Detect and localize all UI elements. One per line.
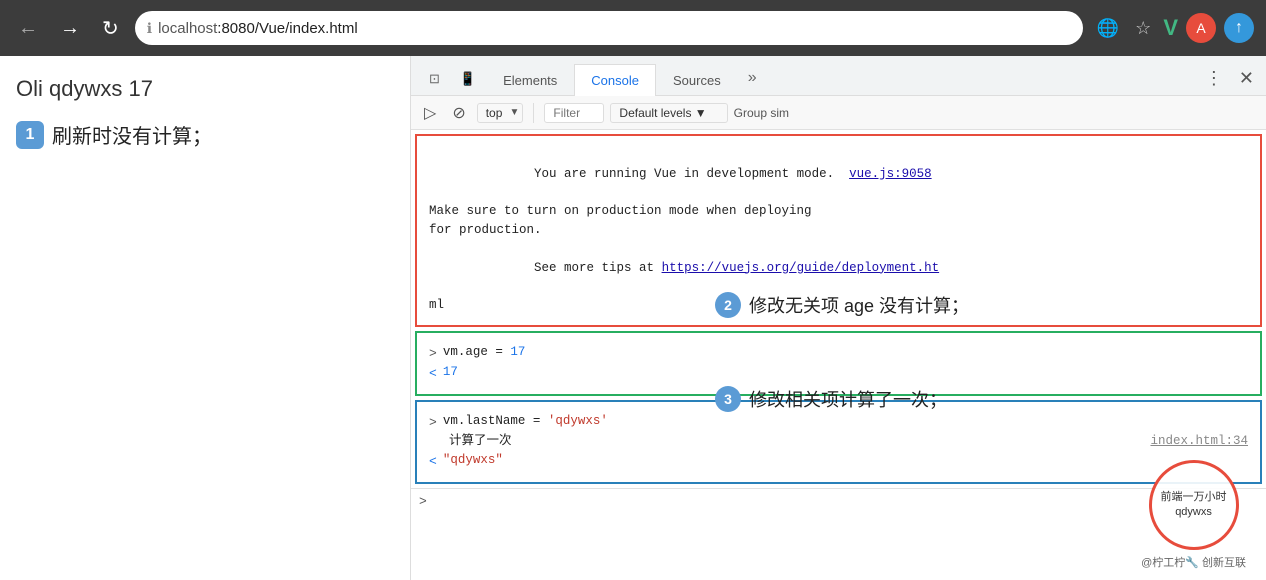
- upload-button[interactable]: ↑: [1224, 13, 1254, 43]
- default-levels-button[interactable]: Default levels ▼: [610, 103, 727, 123]
- tab-sources[interactable]: Sources: [656, 64, 738, 96]
- arrow-out-age: <: [429, 364, 437, 384]
- console-text-3: for production.: [429, 221, 1248, 240]
- badge-1: 1: [16, 121, 44, 149]
- console-lastname-input: > vm.lastName = 'qdywxs': [429, 412, 1248, 433]
- console-line-5: ml: [429, 296, 1248, 315]
- context-selector[interactable]: top ▼: [477, 103, 524, 123]
- url-port: :8080: [217, 20, 255, 37]
- lastname-result: "qdywxs": [443, 451, 1248, 470]
- annotation-1: 1 刷新时没有计算；: [16, 120, 394, 149]
- main-content: Oli qdywxs 17 1 刷新时没有计算； ⊡ 📱 Elements Co…: [0, 56, 1266, 580]
- avatar: A: [1186, 13, 1216, 43]
- watermark-circle: 前端一万小时 qdywxs: [1149, 460, 1239, 550]
- webpage-area: Oli qdywxs 17 1 刷新时没有计算；: [0, 56, 410, 580]
- page-title: Oli qdywxs 17: [16, 76, 394, 102]
- execute-context-button[interactable]: ▷: [419, 100, 441, 126]
- watermark-subtext: @柠工柠🔧 创新互联: [1141, 554, 1246, 570]
- address-bar[interactable]: ℹ localhost:8080/Vue/index.html: [135, 11, 1083, 45]
- filter-input[interactable]: [544, 103, 604, 123]
- context-select-label: top: [477, 103, 524, 123]
- translate-button[interactable]: 🌐: [1093, 14, 1123, 43]
- toolbar-divider: [533, 103, 534, 123]
- console-vm-age-output: < 17: [429, 363, 1248, 384]
- arrow-in-lastname: >: [429, 413, 437, 433]
- url-path: /Vue/index.html: [255, 20, 358, 37]
- console-block-vm-lastname: > vm.lastName = 'qdywxs' 计算了一次index.html…: [415, 400, 1262, 484]
- console-vm-age-input: > vm.age = 17: [429, 343, 1248, 364]
- console-block-vue-warning: You are running Vue in development mode.…: [415, 134, 1262, 327]
- console-line-4: See more tips at https://vuejs.org/guide…: [429, 240, 1248, 296]
- console-line-3: for production.: [429, 221, 1248, 240]
- address-url: localhost:8080/Vue/index.html: [158, 20, 358, 37]
- console-line-2: Make sure to turn on production mode whe…: [429, 202, 1248, 221]
- vue-link[interactable]: vue.js:9058: [849, 167, 932, 181]
- reload-button[interactable]: ↻: [96, 12, 125, 45]
- devtools: ⊡ 📱 Elements Console Sources » ⋮ ✕ ▷ ⊘ t…: [410, 56, 1266, 580]
- devtools-menu-button[interactable]: ⋮: [1199, 66, 1229, 91]
- browser-topbar: ← → ↻ ℹ localhost:8080/Vue/index.html 🌐 …: [0, 0, 1266, 56]
- vuejs-link[interactable]: https://vuejs.org/guide/deployment.ht: [662, 261, 940, 275]
- arrow-in-age: >: [429, 344, 437, 364]
- devtools-panel: ⊡ 📱 Elements Console Sources » ⋮ ✕ ▷ ⊘ t…: [410, 56, 1266, 580]
- vm-age-result: 17: [443, 363, 1248, 382]
- tab-more[interactable]: »: [738, 61, 767, 95]
- bookmark-button[interactable]: ☆: [1131, 14, 1155, 43]
- devtools-tabs: ⊡ 📱 Elements Console Sources » ⋮ ✕: [411, 56, 1266, 96]
- info-icon: ℹ: [147, 20, 152, 37]
- console-toolbar: ▷ ⊘ top ▼ Default levels ▼ Group sim: [411, 96, 1266, 130]
- devtools-close-button[interactable]: ✕: [1233, 66, 1260, 91]
- watermark: 前端一万小时 qdywxs @柠工柠🔧 创新互联: [1141, 460, 1246, 570]
- tab-console[interactable]: Console: [574, 64, 656, 96]
- console-line-1: You are running Vue in development mode.…: [429, 146, 1248, 202]
- warn-line4: See more tips at: [534, 261, 662, 275]
- console-text-5: ml: [429, 296, 1248, 315]
- group-similar-label: Group sim: [734, 106, 789, 120]
- annotation1-text: 刷新时没有计算；: [52, 120, 212, 149]
- url-host: localhost: [158, 20, 217, 37]
- console-text-2: Make sure to turn on production mode whe…: [429, 202, 1248, 221]
- console-output: You are running Vue in development mode.…: [411, 130, 1266, 580]
- clear-console-button[interactable]: ⊘: [447, 100, 470, 126]
- cursor-icon[interactable]: ⊡: [419, 63, 450, 95]
- watermark-line1: 前端一万小时: [1161, 490, 1227, 505]
- vm-lastname-command: vm.lastName = 'qdywxs': [443, 412, 1248, 431]
- prompt-arrow: >: [419, 494, 427, 509]
- console-lastname-output: < "qdywxs": [429, 451, 1248, 472]
- console-calculated: 计算了一次index.html:34: [429, 432, 1248, 451]
- warn-line1: You are running Vue in development mode.: [534, 167, 849, 181]
- back-button[interactable]: ←: [12, 13, 44, 44]
- devtools-actions: ⋮ ✕: [1199, 66, 1266, 95]
- arrow-out-lastname: <: [429, 452, 437, 472]
- vue-logo: V: [1163, 15, 1178, 41]
- toolbar-right: 🌐 ☆ V A ↑: [1093, 13, 1254, 43]
- calculated-text: 计算了一次index.html:34: [429, 432, 1248, 451]
- console-prompt: >: [411, 488, 1266, 513]
- watermark-line2: qdywxs: [1175, 505, 1212, 520]
- vm-age-command: vm.age = 17: [443, 343, 1248, 362]
- console-block-vm-age: > vm.age = 17 < 17: [415, 331, 1262, 396]
- tab-elements[interactable]: Elements: [486, 64, 574, 96]
- mobile-icon[interactable]: 📱: [450, 63, 486, 95]
- console-text-4: See more tips at https://vuejs.org/guide…: [429, 240, 1248, 296]
- console-text-1: You are running Vue in development mode.…: [429, 146, 1248, 202]
- forward-button[interactable]: →: [54, 13, 86, 44]
